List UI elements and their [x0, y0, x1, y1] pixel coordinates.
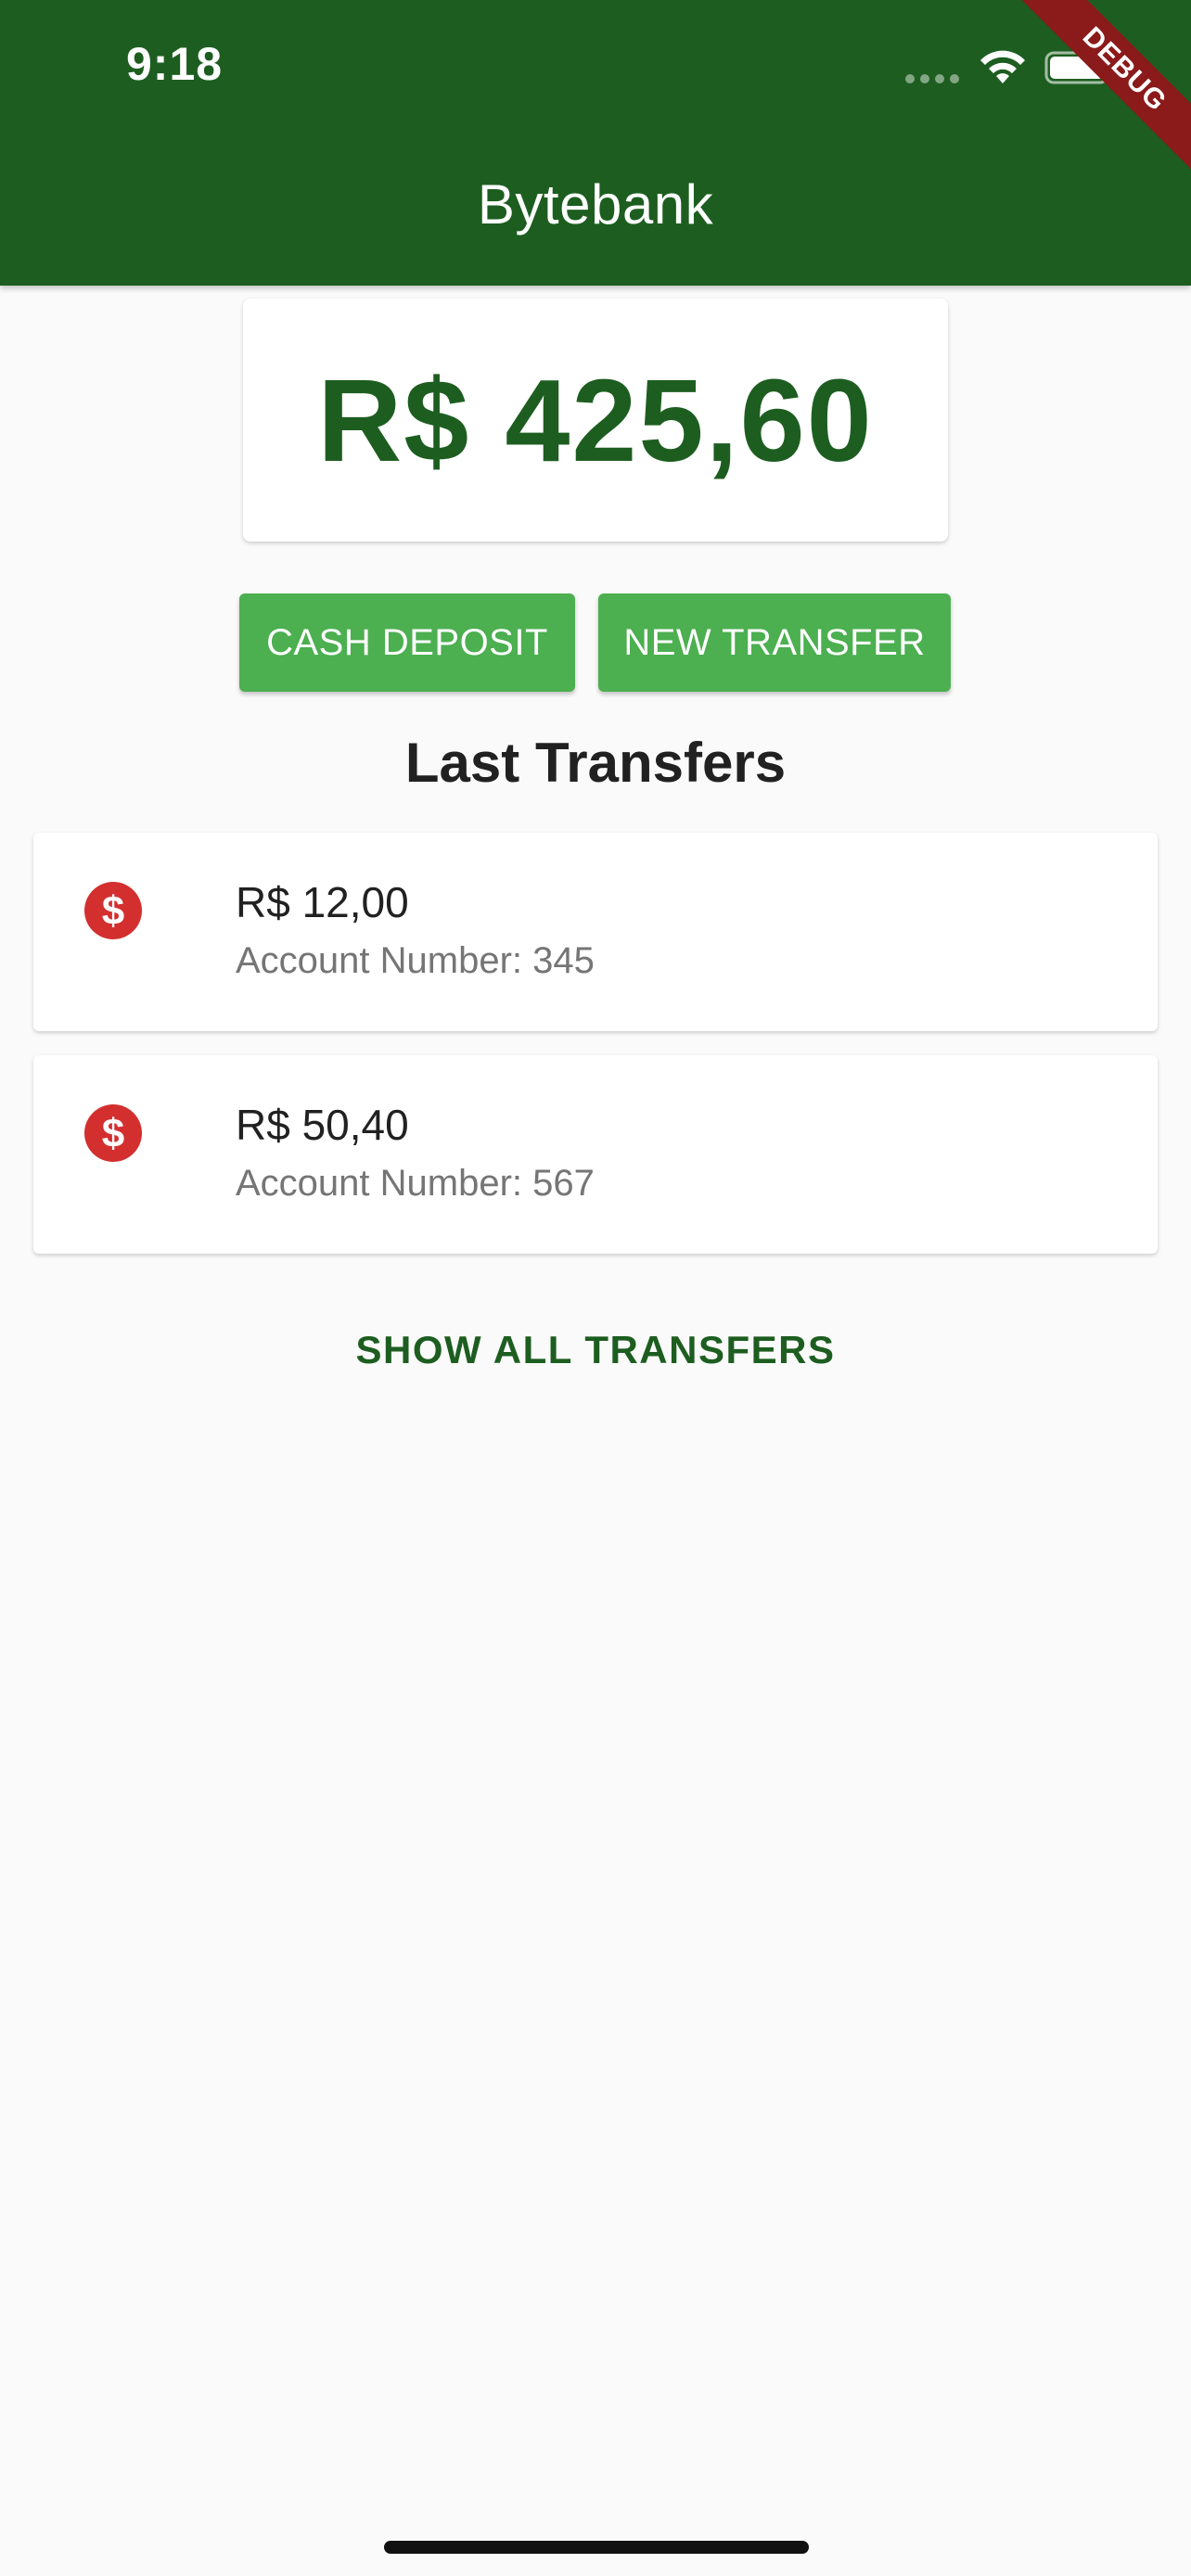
cash-deposit-button[interactable]: CASH DEPOSIT [239, 593, 575, 692]
app-title: Bytebank [477, 173, 714, 236]
transfer-account-number: Account Number: 345 [236, 940, 595, 981]
show-all-transfers-button[interactable]: SHOW ALL TRANSFERS [0, 1328, 1191, 1372]
transfer-value: R$ 50,40 [236, 1101, 409, 1149]
cellular-signal-icon [905, 74, 959, 83]
dollar-icon: $ [84, 882, 142, 939]
transfer-account-number: Account Number: 567 [236, 1163, 595, 1204]
svg-text:$: $ [102, 888, 124, 934]
new-transfer-button[interactable]: NEW TRANSFER [598, 593, 951, 692]
last-transfers-heading: Last Transfers [404, 732, 787, 794]
balance-value: R$ 425,60 [317, 354, 874, 486]
transfer-item[interactable]: $ R$ 50,40 Account Number: 567 [33, 1055, 1158, 1254]
wifi-icon [980, 50, 1025, 83]
app-bar: 9:18 Bytebank [0, 0, 1191, 286]
home-indicator[interactable] [384, 2541, 809, 2554]
svg-text:$: $ [102, 1111, 124, 1156]
status-time: 9:18 [126, 38, 224, 90]
transfer-item[interactable]: $ R$ 12,00 Account Number: 345 [33, 833, 1158, 1031]
balance-card: R$ 425,60 [243, 299, 948, 542]
dollar-icon: $ [84, 1104, 142, 1162]
screen: 9:18 Bytebank DEBUG R$ 425,60 CASH DEPOS… [0, 0, 1191, 2576]
transfer-value: R$ 12,00 [236, 878, 409, 926]
